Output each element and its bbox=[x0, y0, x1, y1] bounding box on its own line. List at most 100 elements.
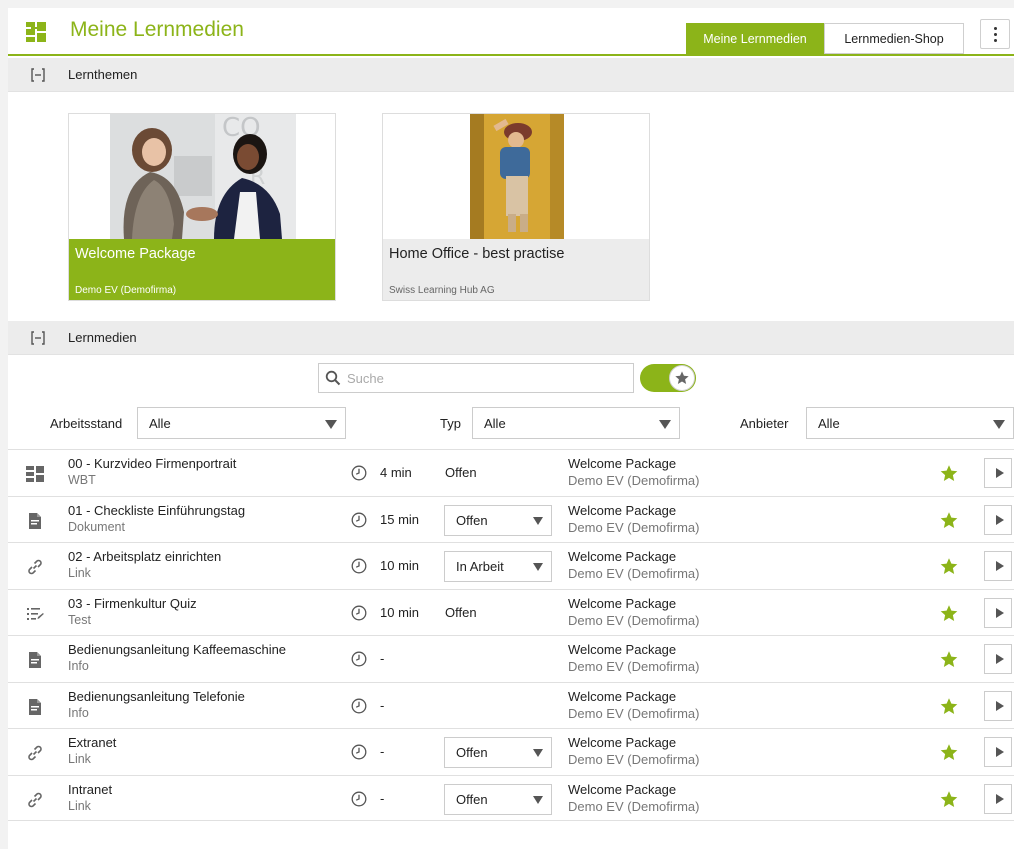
table-row[interactable]: 02 - Arbeitsplatz einrichten Link 10 min… bbox=[8, 542, 1014, 589]
media-type: Info bbox=[68, 705, 89, 720]
media-type: Dokument bbox=[68, 519, 125, 534]
play-button[interactable] bbox=[984, 504, 1012, 535]
clock-icon bbox=[351, 512, 367, 527]
clock-icon bbox=[351, 605, 367, 620]
play-button[interactable] bbox=[984, 737, 1012, 767]
duration: 10 min bbox=[380, 604, 420, 620]
table-row[interactable]: 00 - Kurzvideo Firmenportrait WBT 4 min … bbox=[8, 449, 1014, 496]
media-type: Info bbox=[68, 659, 89, 673]
media-title[interactable]: 00 - Kurzvideo Firmenportrait bbox=[68, 456, 236, 471]
chevron-down-icon bbox=[533, 516, 543, 525]
media-title[interactable]: 01 - Checkliste Einführungstag bbox=[68, 503, 245, 518]
play-button[interactable] bbox=[984, 458, 1012, 488]
kebab-dot-icon bbox=[993, 32, 997, 36]
select-value: Offen bbox=[456, 745, 488, 760]
filter-label-provider: Anbieter bbox=[740, 416, 789, 431]
topic-image: CO R bbox=[110, 114, 296, 239]
tab-lernmedien-shop[interactable]: Lernmedien-Shop bbox=[824, 23, 964, 54]
select-value: Alle bbox=[484, 416, 506, 431]
play-button[interactable] bbox=[984, 690, 1012, 721]
duration: 15 min bbox=[380, 511, 420, 527]
topic-provider: Swiss Learning Hub AG bbox=[389, 285, 495, 296]
topic-card-welcome-package[interactable]: CO R Welcome Package Demo EV (Demofirma) bbox=[68, 113, 336, 301]
link-icon bbox=[26, 558, 44, 576]
collapse-icon[interactable] bbox=[30, 330, 46, 346]
media-title[interactable]: Bedienungsanleitung Kaffeemaschine bbox=[68, 642, 286, 657]
media-type: Link bbox=[68, 798, 91, 813]
status-select[interactable]: Offen bbox=[444, 737, 552, 768]
more-menu-button[interactable] bbox=[980, 19, 1010, 49]
table-row[interactable]: Extranet Link - Welcome Package Demo EV … bbox=[8, 728, 1014, 775]
media-title[interactable]: Intranet bbox=[68, 782, 112, 797]
favorite-star-icon[interactable] bbox=[939, 743, 959, 762]
table-row[interactable]: Bedienungsanleitung Telefonie Info - Wel… bbox=[8, 681, 1014, 728]
link-icon bbox=[26, 744, 44, 762]
search-box bbox=[318, 363, 634, 393]
table-row[interactable]: Bedienungsanleitung Kaffeemaschine Info … bbox=[8, 635, 1014, 682]
chevron-down-icon bbox=[325, 420, 337, 429]
play-button[interactable] bbox=[984, 551, 1012, 581]
play-icon bbox=[995, 468, 1004, 478]
package-name: Welcome Package bbox=[568, 595, 677, 611]
media-title[interactable]: Bedienungsanleitung Telefonie bbox=[68, 689, 245, 704]
media-title[interactable]: 03 - Firmenkultur Quiz bbox=[68, 596, 197, 611]
play-icon bbox=[995, 654, 1004, 664]
tab-meine-lernmedien[interactable]: Meine Lernmedien bbox=[686, 23, 824, 54]
duration: - bbox=[380, 744, 385, 759]
page-title: Meine Lernmedien bbox=[70, 18, 244, 41]
favorites-toggle[interactable] bbox=[640, 364, 696, 392]
play-button[interactable] bbox=[984, 783, 1012, 814]
favorite-star-icon[interactable] bbox=[939, 697, 959, 716]
media-title[interactable]: 02 - Arbeitsplatz einrichten bbox=[68, 549, 221, 564]
status-select[interactable]: In Arbeit bbox=[444, 551, 552, 582]
status-select[interactable]: Offen bbox=[444, 783, 552, 815]
progress-filter-select[interactable]: Alle bbox=[137, 407, 346, 439]
chevron-down-icon bbox=[659, 420, 671, 429]
app-header: Meine Lernmedien Meine Lernmedien Lernme… bbox=[8, 8, 1014, 56]
collapse-icon[interactable] bbox=[30, 67, 46, 83]
section-label: Lernthemen bbox=[68, 67, 138, 82]
media-section-header[interactable]: Lernmedien bbox=[8, 321, 1014, 355]
media-type: Link bbox=[68, 752, 91, 766]
play-button[interactable] bbox=[984, 644, 1012, 674]
favorite-star-icon[interactable] bbox=[939, 557, 959, 576]
star-icon bbox=[675, 371, 689, 384]
package-name: Welcome Package bbox=[568, 642, 677, 657]
media-title[interactable]: Extranet bbox=[68, 735, 116, 750]
favorite-star-icon[interactable] bbox=[939, 650, 959, 669]
favorite-star-icon[interactable] bbox=[939, 511, 959, 530]
clock-icon bbox=[351, 558, 367, 574]
link-icon bbox=[26, 791, 44, 809]
provider-name: Demo EV (Demofirma) bbox=[568, 752, 700, 767]
media-type: Link bbox=[68, 566, 91, 580]
duration: - bbox=[380, 697, 385, 713]
table-row[interactable]: 01 - Checkliste Einführungstag Dokument … bbox=[8, 495, 1014, 542]
clock-icon bbox=[351, 465, 367, 481]
topic-info: Home Office - best practise Swiss Learni… bbox=[383, 239, 649, 300]
play-icon bbox=[995, 793, 1004, 804]
favorite-star-icon[interactable] bbox=[939, 790, 959, 809]
table-row[interactable]: 03 - Firmenkultur Quiz Test 10 min Welco… bbox=[8, 588, 1014, 635]
type-filter-select[interactable]: Alle bbox=[472, 407, 680, 439]
play-icon bbox=[995, 700, 1004, 711]
kebab-dot-icon bbox=[993, 38, 997, 42]
favorite-star-icon[interactable] bbox=[939, 464, 959, 483]
table-row[interactable]: Intranet Link - Welcome Package Demo EV … bbox=[8, 774, 1014, 821]
chevron-down-icon bbox=[533, 749, 543, 757]
document-icon bbox=[26, 512, 44, 530]
package-name: Welcome Package bbox=[568, 502, 677, 518]
play-button[interactable] bbox=[984, 597, 1012, 628]
search-input[interactable] bbox=[345, 367, 625, 389]
test-icon bbox=[26, 605, 44, 623]
media-list: 00 - Kurzvideo Firmenportrait WBT 4 min … bbox=[8, 449, 1014, 821]
topics-section-header[interactable]: Lernthemen bbox=[8, 58, 1014, 92]
topic-card-home-office[interactable]: Home Office - best practise Swiss Learni… bbox=[382, 113, 650, 301]
status-text: Offen bbox=[445, 465, 477, 480]
duration: 4 min bbox=[380, 465, 412, 480]
package-name: Welcome Package bbox=[568, 781, 677, 797]
favorite-star-icon[interactable] bbox=[939, 604, 959, 623]
provider-filter-select[interactable]: Alle bbox=[806, 407, 1014, 439]
status-select[interactable]: Offen bbox=[444, 504, 552, 536]
document-icon bbox=[26, 698, 44, 716]
duration: 10 min bbox=[380, 558, 420, 573]
